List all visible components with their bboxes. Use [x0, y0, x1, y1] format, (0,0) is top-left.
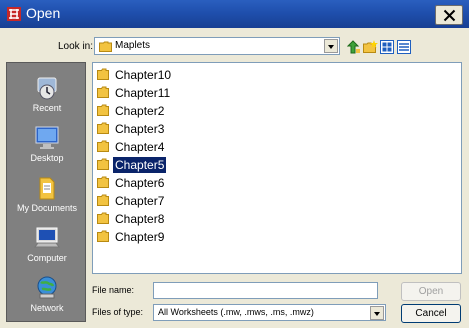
- folder-icon: [97, 86, 109, 98]
- folder-icon: [97, 122, 109, 134]
- folder-icon: [97, 230, 109, 242]
- place-label: My Documents: [16, 203, 78, 213]
- network-icon: [37, 276, 57, 299]
- cancel-button[interactable]: Cancel: [401, 304, 461, 323]
- filename-input[interactable]: [153, 282, 378, 299]
- folder-icon: [97, 140, 109, 152]
- my-documents-icon: [39, 177, 55, 200]
- file-name: Chapter6: [115, 176, 165, 190]
- place-network[interactable]: Network: [7, 275, 87, 313]
- file-name: Chapter3: [115, 122, 165, 136]
- file-name: Chapter4: [115, 140, 165, 154]
- lookin-dropdown[interactable]: Maplets: [94, 37, 340, 55]
- place-my-documents[interactable]: My Documents: [7, 175, 87, 213]
- file-name: Chapter2: [115, 104, 165, 118]
- filetype-dropdown[interactable]: All Worksheets (.mw, .mws, .ms, .mwz): [153, 304, 386, 321]
- place-recent[interactable]: Recent: [7, 75, 87, 113]
- title-bar: Open: [0, 0, 469, 28]
- new-folder-icon[interactable]: [363, 40, 378, 54]
- chevron-down-icon[interactable]: [370, 306, 384, 320]
- place-computer[interactable]: Computer: [7, 225, 87, 263]
- window-title: Open: [26, 5, 61, 21]
- folder-icon: [97, 158, 109, 170]
- place-desktop[interactable]: Desktop: [7, 125, 87, 163]
- open-button[interactable]: Open: [401, 282, 461, 301]
- file-list[interactable]: Chapter10 Chapter11 Chapter2 Chapter3 Ch…: [92, 62, 462, 274]
- filetype-label: Files of type:: [92, 307, 144, 317]
- folder-icon: [97, 212, 109, 224]
- place-label: Desktop: [30, 153, 64, 163]
- file-name: Chapter7: [115, 194, 165, 208]
- file-name: Chapter8: [115, 212, 165, 226]
- close-button[interactable]: [435, 5, 463, 25]
- up-folder-icon[interactable]: [346, 40, 361, 54]
- folder-icon: [97, 194, 109, 206]
- view-menu-icon[interactable]: [380, 40, 394, 54]
- file-name: Chapter11: [115, 86, 171, 100]
- lookin-label: Look in:: [58, 41, 94, 52]
- place-label: Recent: [32, 103, 62, 113]
- folder-icon: [97, 176, 109, 188]
- lookin-value: Maplets: [115, 40, 151, 51]
- file-name: Chapter5: [111, 156, 168, 174]
- chevron-down-icon[interactable]: [324, 39, 338, 53]
- file-name: Chapter9: [115, 230, 165, 244]
- desktop-icon: [35, 126, 59, 149]
- computer-icon: [34, 227, 60, 248]
- places-bar: Recent Desktop My Documents Computer Net…: [6, 62, 86, 322]
- folder-icon: [99, 41, 112, 52]
- filename-label: File name:: [92, 285, 135, 295]
- folder-icon: [97, 104, 109, 116]
- details-view-icon[interactable]: [397, 40, 411, 54]
- place-label: Network: [30, 303, 64, 313]
- place-label: Computer: [27, 253, 67, 263]
- folder-icon: [97, 68, 109, 80]
- close-icon: [443, 9, 456, 22]
- recent-icon: [37, 77, 57, 100]
- file-name: Chapter10: [115, 68, 172, 82]
- app-icon: [7, 7, 21, 21]
- filetype-value: All Worksheets (.mw, .mws, .ms, .mwz): [158, 307, 314, 317]
